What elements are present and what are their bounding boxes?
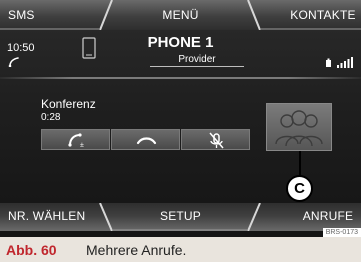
svg-text:±: ±: [80, 142, 84, 149]
provider-name: Provider: [150, 54, 244, 67]
bottom-tab-bar: NR. WÄHLEN SETUP ANRUFE: [0, 203, 361, 231]
battery-icon: [326, 58, 331, 67]
multiple-persons-icon: [275, 110, 323, 147]
mute-microphone-icon: [209, 132, 224, 149]
image-code: BRS-0173: [322, 228, 361, 237]
mute-button[interactable]: [181, 129, 250, 150]
call-duration: 0:28: [41, 112, 61, 123]
call-label: Konferenz: [41, 97, 96, 111]
tab-sms[interactable]: SMS: [8, 8, 35, 22]
tab-contacts[interactable]: KONTAKTE: [285, 8, 361, 22]
callout-marker: C: [286, 175, 313, 202]
phone-conference-icon: ±: [68, 133, 84, 149]
figure-number: Abb. 60: [6, 242, 57, 258]
figure-caption: Abb. 60 Mehrere Anrufe.: [0, 237, 361, 262]
phone-name: PHONE 1: [147, 34, 214, 51]
conference-call-button[interactable]: ±: [41, 129, 110, 150]
hang-up-icon: [136, 137, 157, 145]
call-status-icon: [8, 57, 19, 67]
tab-calls[interactable]: ANRUFE: [295, 209, 361, 223]
tab-setup[interactable]: SETUP: [150, 209, 211, 223]
callout-line: [299, 151, 301, 177]
tab-dial-number[interactable]: NR. WÄHLEN: [8, 209, 85, 223]
status-divider: [0, 77, 361, 79]
signal-strength-icon: [337, 57, 353, 68]
end-call-button[interactable]: [111, 129, 180, 150]
tab-menu[interactable]: MENÜ: [150, 8, 211, 22]
contact-photo: [266, 103, 332, 151]
infotainment-screen: SMS MENÜ KONTAKTE 10:50 PHONE 1 Provider…: [0, 0, 361, 237]
figure-caption-text: Mehrere Anrufe.: [86, 242, 187, 258]
top-tab-bar: SMS MENÜ KONTAKTE: [0, 0, 361, 30]
